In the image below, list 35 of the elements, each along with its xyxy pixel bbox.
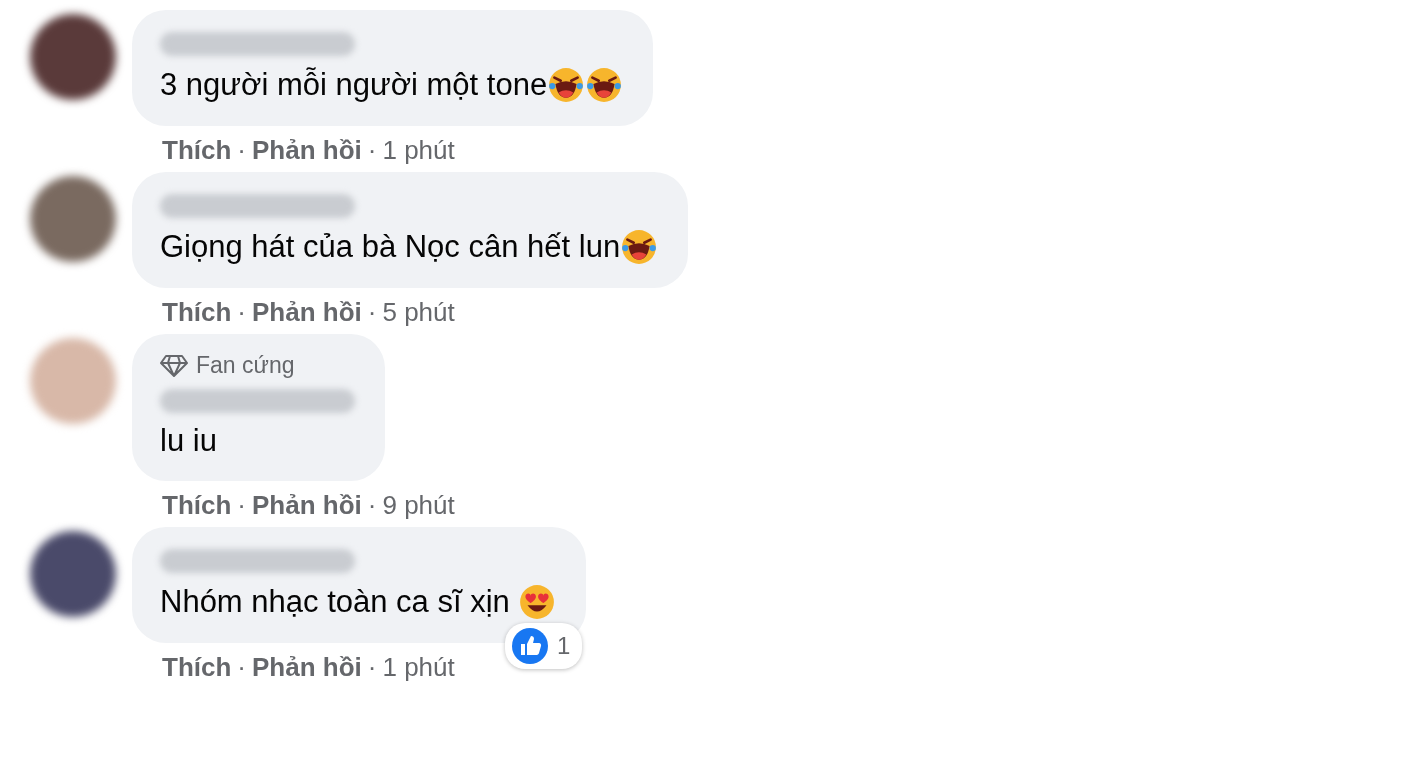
avatar[interactable]	[30, 531, 116, 617]
laughing-emoji-icon	[547, 66, 586, 104]
laughing-emoji-icon	[585, 66, 624, 104]
separator-dot: ·	[367, 489, 377, 521]
heart-eyes-emoji-icon	[518, 583, 557, 621]
comment-text: 3 người mỗi người một tone	[160, 67, 548, 103]
action-link[interactable]: Thích	[162, 134, 232, 166]
comment-text: Nhóm nhạc toàn ca sĩ xịn	[160, 584, 511, 620]
action-link[interactable]: Thích	[162, 489, 232, 521]
timestamp[interactable]: 1 phút	[382, 134, 455, 166]
separator-dot: ·	[237, 651, 246, 683]
timestamp[interactable]: 1 phút	[382, 651, 455, 683]
separator-dot: ·	[237, 296, 246, 328]
action-link[interactable]: Phản hồi	[252, 134, 362, 166]
separator-dot: ·	[367, 651, 377, 683]
reaction-count[interactable]: 1	[505, 623, 583, 669]
action-link[interactable]: Phản hồi	[252, 651, 362, 683]
action-link[interactable]: Thích	[162, 296, 232, 328]
laughing-emoji-icon	[620, 228, 659, 266]
timestamp[interactable]: 5 phút	[382, 296, 455, 328]
separator-dot: ·	[367, 134, 377, 166]
action-link[interactable]: Phản hồi	[252, 489, 362, 521]
comment-text: lu iu	[160, 423, 217, 459]
avatar[interactable]	[30, 14, 116, 100]
separator-dot: ·	[367, 296, 377, 328]
thumbs-up-icon	[511, 627, 550, 665]
separator-dot: ·	[237, 134, 246, 166]
badge-label: Fan cứng	[196, 352, 295, 379]
action-link[interactable]: Phản hồi	[252, 296, 362, 328]
comment-text: Giọng hát của bà Nọc cân hết lun	[160, 229, 621, 265]
timestamp[interactable]: 9 phút	[382, 489, 455, 521]
separator-dot: ·	[237, 489, 246, 521]
avatar[interactable]	[30, 176, 116, 262]
diamond-icon	[160, 353, 188, 378]
action-link[interactable]: Thích	[162, 651, 232, 683]
